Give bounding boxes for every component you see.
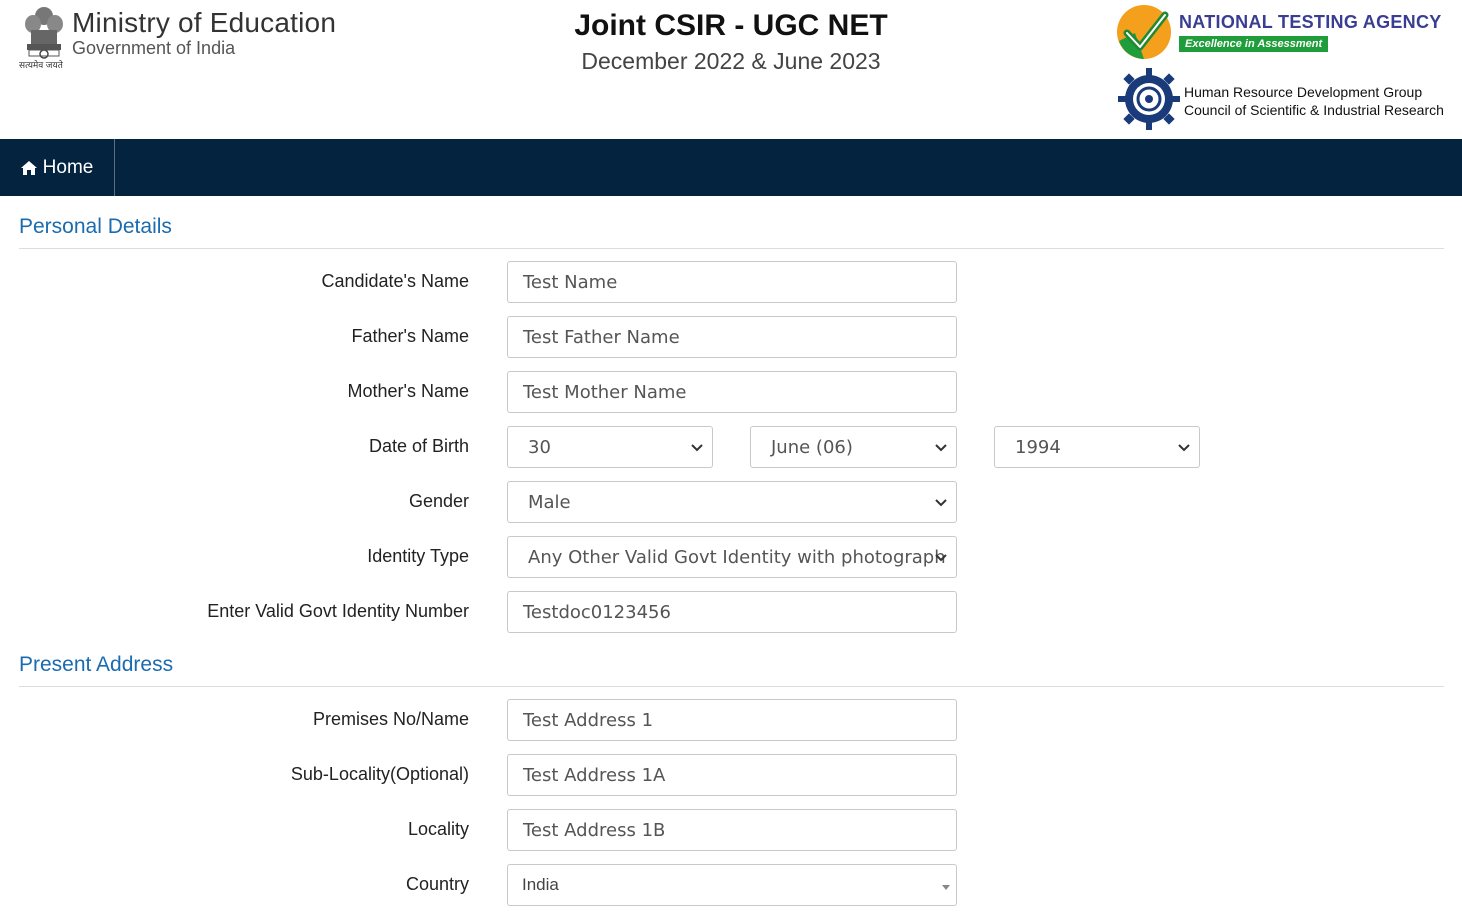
chevron-down-icon bbox=[935, 499, 947, 507]
identity-type-value: Any Other Valid Govt Identity with photo… bbox=[528, 546, 946, 568]
csir-gear-logo bbox=[1118, 68, 1180, 130]
nta-text-block: NATIONAL TESTING AGENCY Excellence in As… bbox=[1179, 12, 1442, 52]
gender-value: Male bbox=[528, 491, 571, 513]
dob-day-value: 30 bbox=[528, 436, 551, 458]
csir-line1: Human Resource Development Group bbox=[1184, 84, 1423, 100]
gender-label: Gender bbox=[408, 491, 469, 511]
home-icon bbox=[20, 160, 37, 175]
identity-number-value: Testdoc0123456 bbox=[523, 601, 671, 623]
nav-home-link[interactable]: Home bbox=[0, 139, 115, 196]
main-navbar: Home bbox=[0, 139, 1462, 196]
country-value: India bbox=[522, 875, 559, 894]
locality-label: Locality bbox=[407, 819, 469, 839]
chevron-down-icon bbox=[935, 444, 947, 452]
candidate-name-value: Test Name bbox=[523, 271, 618, 293]
nav-home-label: Home bbox=[42, 156, 94, 178]
identity-number-label: Enter Valid Govt Identity Number bbox=[207, 601, 469, 621]
section-title-present-address: Present Address bbox=[19, 653, 174, 676]
premises-value: Test Address 1 bbox=[523, 709, 654, 731]
identity-type-label: Identity Type bbox=[367, 546, 469, 566]
locality-input[interactable]: Test Address 1B bbox=[507, 809, 957, 851]
country-select[interactable]: India bbox=[507, 864, 957, 906]
candidate-name-input[interactable]: Test Name bbox=[507, 261, 957, 303]
chevron-down-icon bbox=[935, 554, 947, 562]
dob-month-value: June (06) bbox=[771, 436, 853, 458]
section-title-personal-details: Personal Details bbox=[19, 215, 172, 238]
dob-day-select[interactable]: 30 bbox=[507, 426, 713, 468]
mother-name-label: Mother's Name bbox=[347, 381, 469, 401]
identity-number-input[interactable]: Testdoc0123456 bbox=[507, 591, 957, 633]
nta-checkmark-logo bbox=[1117, 5, 1171, 59]
nta-name: NATIONAL TESTING AGENCY bbox=[1179, 12, 1442, 32]
nta-tagline: Excellence in Assessment bbox=[1179, 36, 1329, 52]
candidate-name-label: Candidate's Name bbox=[321, 271, 469, 291]
father-name-label: Father's Name bbox=[351, 326, 469, 346]
section-divider bbox=[19, 248, 1444, 249]
sublocality-value: Test Address 1A bbox=[523, 764, 666, 786]
locality-value: Test Address 1B bbox=[523, 819, 666, 841]
gender-select[interactable]: Male bbox=[507, 481, 957, 523]
caret-down-icon bbox=[942, 885, 950, 890]
identity-type-select[interactable]: Any Other Valid Govt Identity with photo… bbox=[507, 536, 957, 578]
chevron-down-icon bbox=[691, 444, 703, 452]
section-divider bbox=[19, 686, 1444, 687]
father-name-input[interactable]: Test Father Name bbox=[507, 316, 957, 358]
mother-name-input[interactable]: Test Mother Name bbox=[507, 371, 957, 413]
sublocality-input[interactable]: Test Address 1A bbox=[507, 754, 957, 796]
dob-month-select[interactable]: June (06) bbox=[750, 426, 957, 468]
dob-label: Date of Birth bbox=[368, 436, 469, 456]
sublocality-label: Sub-Locality(Optional) bbox=[290, 764, 469, 784]
csir-line2: Council of Scientific & Industrial Resea… bbox=[1184, 102, 1444, 118]
father-name-value: Test Father Name bbox=[523, 326, 680, 348]
dob-year-select[interactable]: 1994 bbox=[994, 426, 1200, 468]
dob-year-value: 1994 bbox=[1015, 436, 1061, 458]
csir-text-block: Human Resource Development Group Council… bbox=[1184, 83, 1444, 119]
premises-label: Premises No/Name bbox=[312, 709, 469, 729]
country-label: Country bbox=[405, 874, 469, 894]
page-header: सत्यमेव जयते Ministry of Education Gover… bbox=[0, 0, 1462, 139]
premises-input[interactable]: Test Address 1 bbox=[507, 699, 957, 741]
chevron-down-icon bbox=[1178, 444, 1190, 452]
mother-name-value: Test Mother Name bbox=[523, 381, 687, 403]
